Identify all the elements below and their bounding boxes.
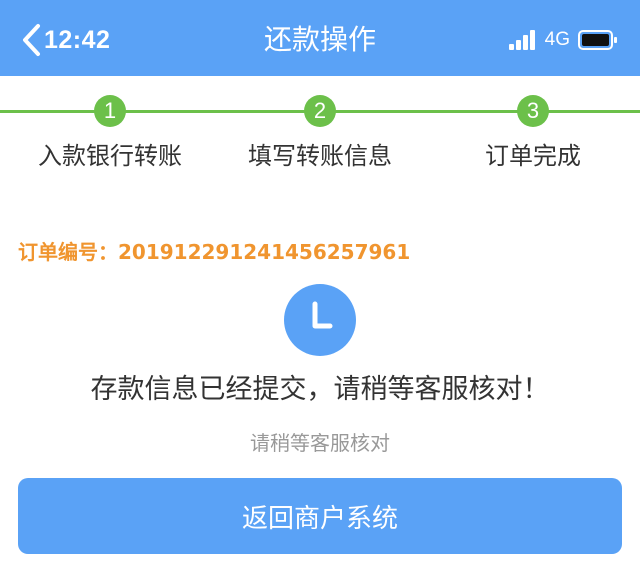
step-number: 3 [517,95,549,127]
clock-icon [284,284,356,356]
status-indicators: 4G [508,26,618,54]
header-bar: 12:42 还款操作 4G [0,0,640,76]
order-number: 订单编号：20191229124145625​7961 [18,240,411,264]
network-type: 4G [544,29,570,50]
step-number: 2 [304,95,336,127]
return-merchant-button[interactable]: 返回商户系统 [18,478,622,554]
signal-icon [508,30,535,50]
step-label: 入款银行转账 [38,142,182,170]
step-3: 3 订单完成 [423,95,640,171]
step-label: 订单完成 [485,142,581,170]
step-1: 1 入款银行转账 [0,95,220,171]
step-label: 填写转账信息 [248,142,392,170]
battery-icon [578,30,617,50]
step-number: 1 [94,95,126,127]
submit-message: 存款信息已经提交，请稍等客服核对！ [90,374,550,405]
page: 12:42 还款操作 4G 1 入款银行转账 2 填写转账信息 3 订单完成 订… [0,0,640,585]
step-2: 2 填写转账信息 [210,95,430,171]
wait-message: 请稍等客服核对 [250,431,390,455]
